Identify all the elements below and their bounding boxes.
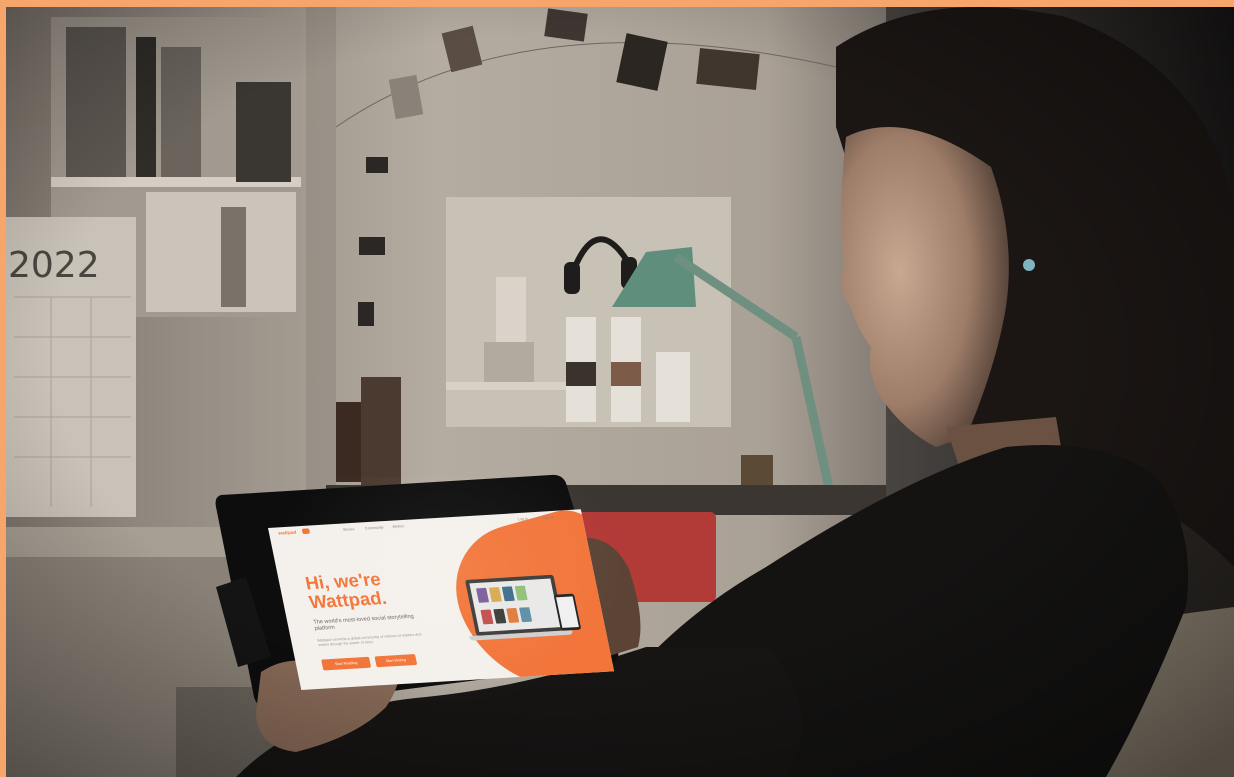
nav-link-writers[interactable]: Writers [392, 524, 405, 529]
book-cover [501, 586, 515, 602]
book-cover [506, 607, 520, 623]
wattpad-logo[interactable]: wattpad [278, 530, 297, 536]
start-reading-button[interactable]: Start Reading [321, 656, 372, 671]
wattpad-landing-page: wattpad Stories Community Writers Log in… [268, 509, 615, 690]
laptop-screen [469, 578, 561, 632]
start-writing-button[interactable]: Start Writing [374, 654, 418, 668]
room-scene: 2022 [6, 7, 1234, 777]
book-cover [488, 587, 502, 603]
book-cover [493, 608, 507, 624]
start-reading-label: Start Reading [334, 660, 358, 667]
hero-subheading: The world's most-loved social storytelli… [313, 614, 415, 632]
phone-screen [556, 596, 579, 628]
book-cover [519, 607, 533, 623]
nav-login-link[interactable]: Log in [517, 516, 528, 521]
hero-heading: Hi, we're Wattpad. [304, 567, 441, 613]
nav-link-community[interactable]: Community [364, 525, 384, 531]
start-writing-label: Start Writing [385, 657, 407, 664]
nav-link-stories[interactable]: Stories [342, 527, 354, 532]
book-cover [514, 585, 528, 601]
book-cover [480, 609, 494, 625]
tablet-screen: wattpad Stories Community Writers Log in… [268, 509, 615, 690]
book-cover [476, 587, 490, 603]
hero-description: Wattpad connects a global community of m… [316, 631, 422, 648]
vignette [6, 7, 1234, 777]
photo-frame: 2022 [6, 7, 1234, 777]
wattpad-logo-icon [301, 528, 311, 535]
nav-signup-link[interactable]: Sign up [541, 515, 554, 520]
laptop-mockup [464, 574, 565, 636]
